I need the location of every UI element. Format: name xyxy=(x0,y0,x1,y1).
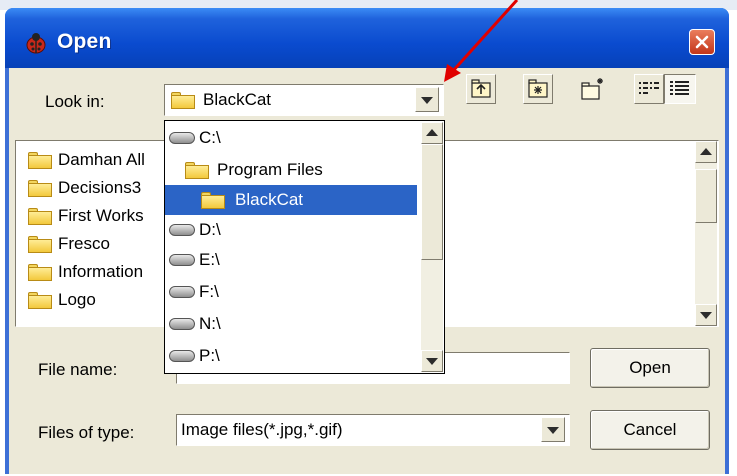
scroll-thumb[interactable] xyxy=(695,169,717,223)
chevron-down-icon xyxy=(547,427,559,434)
title-bar[interactable]: Open xyxy=(5,8,729,68)
scroll-up-button[interactable] xyxy=(695,141,717,163)
chevron-down-icon xyxy=(421,97,433,104)
open-button-label: Open xyxy=(629,358,671,377)
up-folder-icon xyxy=(471,79,491,98)
up-one-level-button[interactable] xyxy=(466,74,496,104)
dropdown-item-label: F:\ xyxy=(199,282,219,301)
details-view-button[interactable] xyxy=(664,74,696,104)
file-name: Fresco xyxy=(58,234,110,253)
folder-icon xyxy=(28,180,52,197)
dropdown-item-blackcat[interactable]: BlackCat xyxy=(165,185,417,215)
cancel-button-label: Cancel xyxy=(623,420,677,439)
dropdown-item-c-drive[interactable]: C:\ xyxy=(165,123,417,153)
dropdown-item-label: E:\ xyxy=(199,250,220,269)
drive-icon xyxy=(169,286,195,298)
file-list-scrollbar[interactable] xyxy=(695,141,717,326)
scroll-thumb[interactable] xyxy=(421,144,443,260)
chevron-up-icon xyxy=(700,148,712,155)
scroll-down-button[interactable] xyxy=(421,350,443,372)
look-in-dropdown-list[interactable]: C:\ Program Files BlackCat D:\ E:\ F:\ N… xyxy=(164,120,445,374)
file-name: Information xyxy=(58,262,144,281)
file-name-label: File name: xyxy=(38,360,118,379)
scroll-down-button[interactable] xyxy=(695,304,717,326)
dropdown-item-e-drive[interactable]: E:\ xyxy=(165,245,417,275)
dropdown-item-label: C:\ xyxy=(199,128,221,147)
look-in-label: Look in: xyxy=(45,92,105,111)
ladybug-icon xyxy=(26,33,46,54)
new-folder-icon xyxy=(581,78,603,100)
folder-icon xyxy=(201,192,225,209)
file-name: Decisions3 xyxy=(58,178,142,197)
files-of-type-value: Image files(*.jpg,*.gif) xyxy=(181,420,343,439)
dropdown-item-d-drive[interactable]: D:\ xyxy=(165,215,417,245)
list-view-icon xyxy=(639,82,659,94)
dropdown-item-program-files[interactable]: Program Files xyxy=(165,155,417,185)
drive-icon xyxy=(169,350,195,362)
folder-icon xyxy=(28,152,52,169)
files-of-type-label: Files of type: xyxy=(38,423,135,442)
scroll-up-button[interactable] xyxy=(421,122,443,144)
chevron-down-icon xyxy=(426,358,438,365)
drive-icon xyxy=(169,318,195,330)
window-title: Open xyxy=(57,30,112,53)
desktop-button[interactable] xyxy=(523,74,553,104)
look-in-dropdown-button[interactable] xyxy=(415,87,439,112)
file-name: Damhan All xyxy=(58,150,145,169)
dropdown-scrollbar[interactable] xyxy=(421,122,443,372)
file-name: Logo xyxy=(58,290,96,309)
folder-icon xyxy=(171,92,195,109)
chevron-up-icon xyxy=(426,129,438,136)
details-view-icon xyxy=(670,81,689,95)
create-new-folder-button[interactable] xyxy=(578,74,608,104)
dropdown-item-n-drive[interactable]: N:\ xyxy=(165,309,417,339)
folder-icon xyxy=(28,264,52,281)
drive-icon xyxy=(169,254,195,266)
drive-icon xyxy=(169,132,195,144)
folder-icon xyxy=(185,162,209,179)
open-button[interactable]: Open xyxy=(590,348,710,388)
chevron-down-icon xyxy=(700,312,712,319)
dropdown-item-label: Program Files xyxy=(217,160,323,179)
dropdown-item-label: BlackCat xyxy=(235,190,304,209)
dropdown-item-label: N:\ xyxy=(199,314,221,333)
dropdown-item-label: D:\ xyxy=(199,220,221,239)
files-of-type-combo[interactable]: Image files(*.jpg,*.gif) xyxy=(176,414,570,446)
file-name: First Works xyxy=(58,206,144,225)
look-in-value: BlackCat xyxy=(203,90,272,109)
dropdown-item-p-drive[interactable]: P:\ xyxy=(165,341,417,371)
files-of-type-dropdown-button[interactable] xyxy=(541,417,565,442)
folder-icon xyxy=(28,236,52,253)
drive-icon xyxy=(169,224,195,236)
close-icon xyxy=(695,35,709,49)
list-view-button[interactable] xyxy=(634,74,664,104)
close-button[interactable] xyxy=(689,29,715,55)
folder-icon xyxy=(28,292,52,309)
home-folder-icon xyxy=(528,79,548,98)
dropdown-item-label: P:\ xyxy=(199,346,220,365)
dropdown-item-f-drive[interactable]: F:\ xyxy=(165,277,417,307)
cancel-button[interactable]: Cancel xyxy=(590,410,710,450)
look-in-combo[interactable]: BlackCat xyxy=(164,84,444,116)
folder-icon xyxy=(28,208,52,225)
